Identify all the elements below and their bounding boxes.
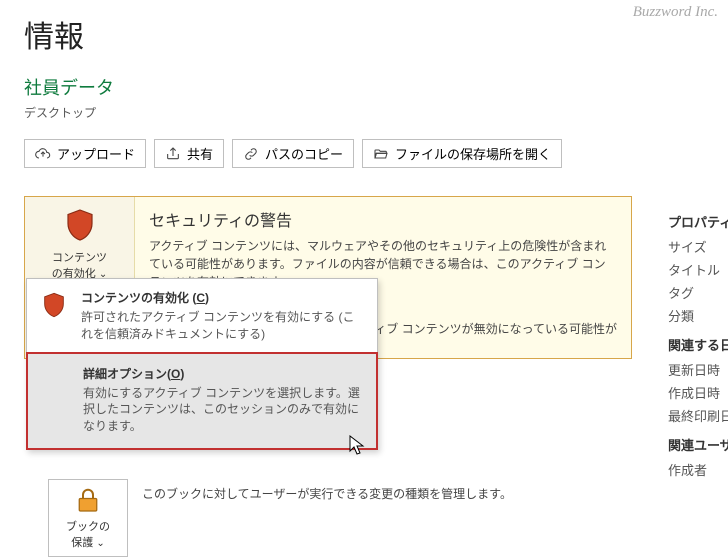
security-warning-heading: セキュリティの警告 [149,207,617,231]
property-title[interactable]: タイトル [668,260,728,279]
copy-path-button[interactable]: パスのコピー [232,139,354,168]
page-title: 情報 [24,12,728,56]
property-size[interactable]: サイズ [668,237,728,256]
properties-heading: プロパティ [668,212,728,231]
menu-item-advanced-options-title: 詳細オプション(O) [83,365,361,382]
menu-item-advanced-options-desc: 有効にするアクティブ コンテンツを選択します。選択したコンテンツは、このセッショ… [83,385,361,435]
related-dates-heading: 関連する日 [668,335,728,354]
action-row: アップロード 共有 パスのコピー ファイルの保存場所を開く [24,139,728,168]
property-updated: 更新日時 [668,360,728,379]
document-title: 社員データ [24,74,728,100]
related-users-heading: 関連ユーザ [668,435,728,454]
property-created: 作成日時 [668,383,728,402]
property-author: 作成者 [668,460,728,479]
open-file-location-button[interactable]: ファイルの保存場所を開く [362,139,562,168]
property-last-print: 最終印刷日 [668,406,728,425]
menu-item-advanced-options[interactable]: 詳細オプション(O) 有効にするアクティブ コンテンツを選択します。選択したコン… [26,352,378,450]
shield-icon [62,207,98,243]
properties-panel: プロパティ サイズ タイトル タグ 分類 関連する日 更新日時 作成日時 最終印… [668,196,728,557]
property-category[interactable]: 分類 [668,306,728,325]
shield-icon [40,291,68,319]
upload-button[interactable]: アップロード [24,139,146,168]
upload-label: アップロード [57,144,135,163]
protect-workbook-button[interactable]: ブックの 保護 ⌄ [48,479,128,557]
protect-workbook-label-2: 保護 [71,537,93,549]
menu-item-enable-content-desc: 許可されたアクティブ コンテンツを有効にする (これを信頼済みドキュメントにする… [81,309,363,343]
menu-item-enable-content-title: コンテンツの有効化 (C) [81,289,363,306]
enable-content-dropdown: コンテンツの有効化 (C) 許可されたアクティブ コンテンツを有効にする (これ… [26,278,378,450]
open-file-location-label: ファイルの保存場所を開く [395,144,551,163]
protect-workbook-section: ブックの 保護 ⌄ このブックに対してユーザーが実行できる変更の種類を管理します… [24,479,632,557]
protect-workbook-label-1: ブックの [66,521,110,533]
cursor-icon [349,435,365,457]
link-icon [243,146,259,162]
copy-path-label: パスのコピー [265,144,343,163]
property-tag[interactable]: タグ [668,283,728,302]
menu-item-enable-content[interactable]: コンテンツの有効化 (C) 許可されたアクティブ コンテンツを有効にする (これ… [27,279,377,353]
protect-workbook-desc: このブックに対してユーザーが実行できる変更の種類を管理します。 [142,485,618,502]
enable-content-label-1: コンテンツ [52,252,107,264]
cloud-upload-icon [35,146,51,162]
share-label: 共有 [187,144,213,163]
share-button[interactable]: 共有 [154,139,224,168]
share-icon [165,146,181,162]
chevron-down-icon: ⌄ [96,538,104,549]
lock-shield-icon [73,486,103,516]
brand-label: Buzzword Inc. [633,4,718,21]
document-location: デスクトップ [24,104,728,121]
folder-open-icon [373,146,389,162]
